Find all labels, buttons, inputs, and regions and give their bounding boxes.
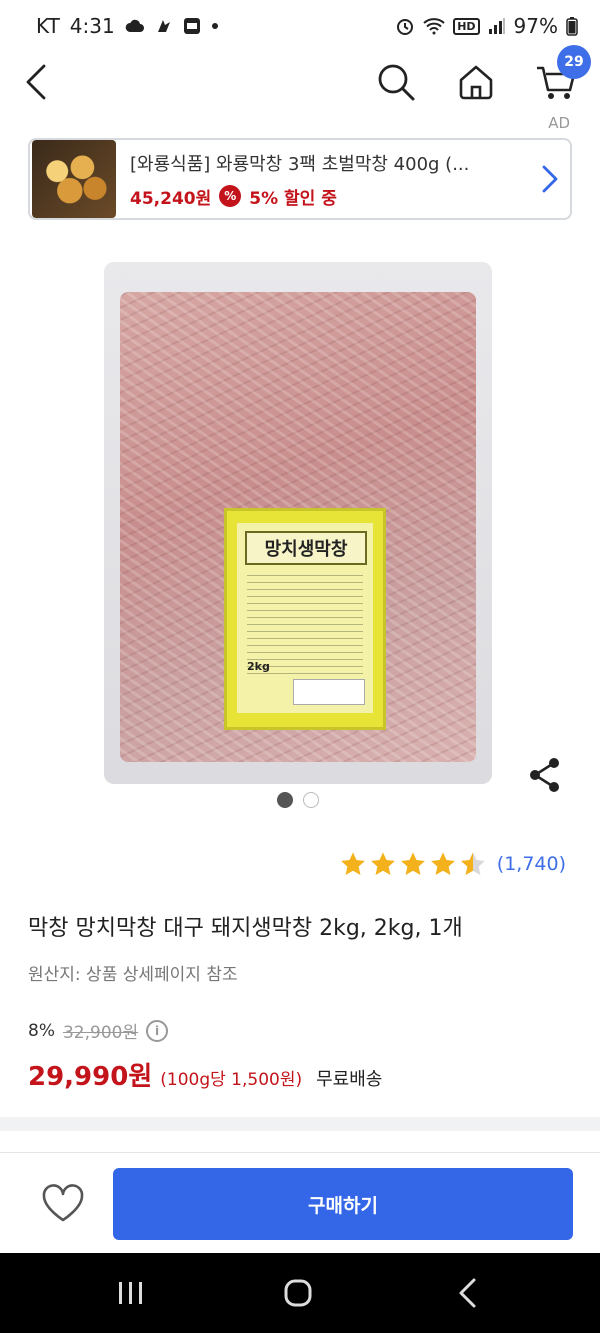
section-divider xyxy=(0,1117,600,1131)
wishlist-button[interactable] xyxy=(40,1183,86,1223)
ad-discount-text: 5% 할인 중 xyxy=(249,188,337,209)
chevron-right-icon xyxy=(530,164,570,194)
product-title: 막창 망치막창 대구 돼지생막창 2kg, 2kg, 1개 xyxy=(28,916,463,941)
half-star-icon xyxy=(460,852,485,875)
home-circle-icon xyxy=(284,1279,312,1307)
cart-count-badge: 29 xyxy=(557,45,591,79)
home-icon xyxy=(459,65,493,100)
star-icon xyxy=(340,852,365,875)
star-icon xyxy=(370,852,395,875)
bottom-action-bar: 구매하기 xyxy=(0,1152,600,1252)
discount-icon: % xyxy=(219,185,242,207)
ad-banner[interactable]: [와룡식품] 와룡막창 3팩 초벌막창 400g (... 45,240원 % … xyxy=(28,138,572,220)
package-label: 망치생막창 2kg xyxy=(224,508,386,730)
image-pagination xyxy=(277,792,319,808)
hd-badge: HD xyxy=(453,17,480,35)
recent-apps-button[interactable] xyxy=(100,1273,160,1313)
heart-icon xyxy=(42,1184,84,1222)
ad-title: [와룡식품] 와룡막창 3팩 초벌막창 400g (... xyxy=(130,153,470,175)
pagination-dot[interactable] xyxy=(277,792,293,808)
back-nav-button[interactable] xyxy=(438,1273,498,1313)
signal-icon xyxy=(488,17,506,35)
info-icon[interactable]: i xyxy=(146,1019,169,1042)
star-icon xyxy=(430,852,455,875)
unit-price: (100g당 1,500원) xyxy=(160,1070,303,1090)
package-label-title: 망치생막창 xyxy=(245,531,367,565)
clock: 4:31 xyxy=(69,14,115,38)
star-icon xyxy=(400,852,425,875)
back-nav-icon xyxy=(459,1278,476,1308)
original-price: 32,900원 xyxy=(62,1023,139,1043)
system-nav-bar xyxy=(0,1253,600,1333)
top-nav xyxy=(0,52,600,112)
recent-apps-icon xyxy=(119,1282,142,1304)
cloud-icon xyxy=(125,18,145,34)
ad-price: 45,240원 xyxy=(130,188,212,209)
origin-info: 원산지: 상품 상세페이지 참조 xyxy=(28,965,238,985)
home-button[interactable] xyxy=(452,58,500,106)
ad-label: AD xyxy=(548,114,570,132)
app-icon xyxy=(155,17,173,35)
ad-thumbnail xyxy=(32,140,116,218)
carrier-label: KT xyxy=(36,14,60,38)
rating-count[interactable]: (1,740) xyxy=(497,853,566,875)
battery-level: 97% xyxy=(513,14,558,38)
sale-price: 29,990원 xyxy=(28,1062,153,1092)
search-button[interactable] xyxy=(372,58,420,106)
blog-icon xyxy=(183,17,201,35)
share-button[interactable] xyxy=(524,754,566,796)
rating[interactable]: (1,740) xyxy=(339,850,566,878)
sale-price-row: 29,990원 (100g당 1,500원) 무료배송 xyxy=(28,1056,382,1093)
back-icon xyxy=(26,64,46,100)
package-label-box xyxy=(293,679,365,705)
status-bar: KT 4:31 HD 97% xyxy=(0,0,600,52)
home-nav-button[interactable] xyxy=(268,1273,328,1313)
alarm-icon xyxy=(395,16,415,36)
search-icon xyxy=(378,64,415,101)
buy-button[interactable]: 구매하기 xyxy=(113,1168,573,1240)
back-button[interactable] xyxy=(14,58,62,106)
battery-icon xyxy=(566,16,578,36)
shipping-info: 무료배송 xyxy=(316,1069,383,1090)
package-label-weight: 2kg xyxy=(247,660,270,673)
dot-icon xyxy=(211,22,219,30)
share-icon xyxy=(530,758,559,792)
discount-rate: 8% xyxy=(28,1020,55,1041)
product-image[interactable]: 망치생막창 2kg xyxy=(104,262,492,784)
original-price-row: 8% 32,900원 i xyxy=(28,1018,169,1043)
wifi-icon xyxy=(423,17,445,35)
pagination-dot[interactable] xyxy=(303,792,319,808)
